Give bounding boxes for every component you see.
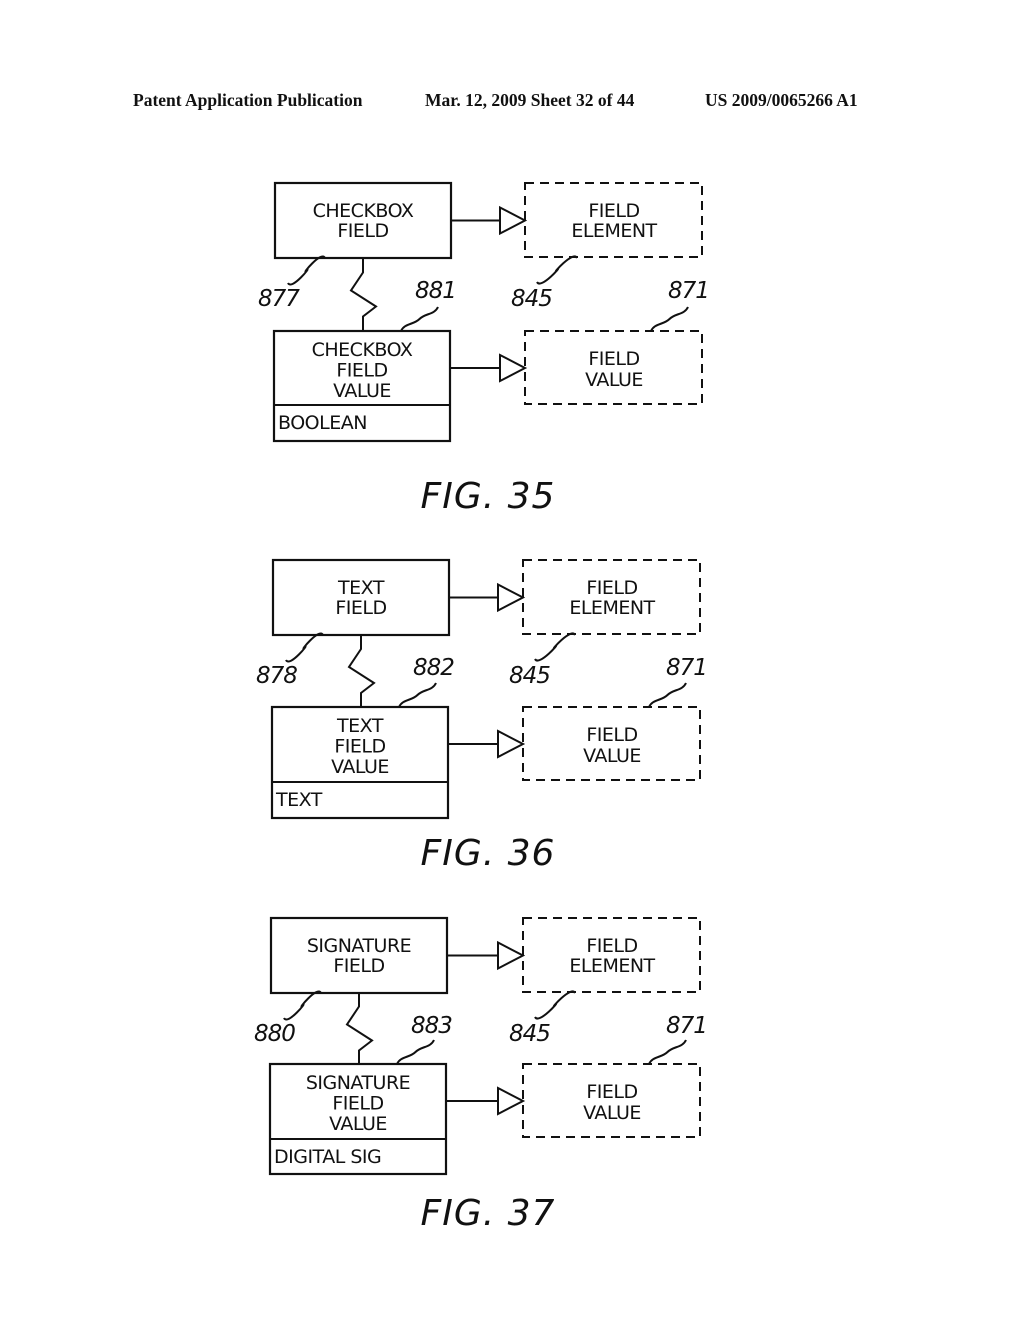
ref-numeral-value: 882	[413, 655, 454, 681]
ref-numeral-element: 845	[509, 1021, 550, 1047]
arrow-head-icon	[499, 353, 528, 383]
value-to-fieldvalue-arrow	[449, 729, 526, 759]
figure-caption: FIG. 35	[421, 476, 556, 517]
ref-numeral-field-value: 871	[666, 655, 707, 681]
ref-numeral-field-value: 871	[668, 278, 709, 304]
field-element-text-line: ELEMENT	[569, 955, 655, 977]
field-value-box: FIELDVALUE	[522, 706, 701, 781]
value-box: TEXTFIELDVALUETEXT	[270, 705, 450, 820]
value-to-fieldvalue-arrow	[451, 353, 528, 383]
ref-numeral-value: 883	[411, 1013, 452, 1039]
value-box-text-line: FIELD	[336, 360, 387, 382]
value-type-label: BOOLEAN	[278, 412, 367, 434]
value-box-text-line: SIGNATURE	[306, 1072, 410, 1094]
value-box-text-line: FIELD	[334, 736, 385, 758]
arrow-head-icon	[497, 582, 526, 613]
arrow-head-icon	[499, 205, 528, 236]
field-value-text-line: VALUE	[585, 369, 643, 391]
leader-line	[534, 632, 576, 662]
patent-diagram: CHECKBOXFIELDCHECKBOXFIELDVALUEBOOLEANFI…	[254, 181, 710, 1234]
value-type-label: DIGITAL SIG	[274, 1146, 381, 1168]
association-zigzag	[345, 993, 374, 1064]
value-box-text-line: TEXT	[336, 715, 384, 737]
ref-numeral-field-value: 871	[666, 1013, 707, 1039]
leader-line	[287, 255, 326, 286]
figure-fig-36: TEXTFIELDTEXTFIELDVALUETEXTFIELDELEMENTF…	[256, 558, 708, 874]
field-value-text-line: FIELD	[588, 348, 639, 370]
figure-fig-35: CHECKBOXFIELDCHECKBOXFIELDVALUEBOOLEANFI…	[258, 181, 710, 517]
ref-numeral-value: 881	[415, 278, 456, 304]
value-box-text-line: VALUE	[333, 380, 391, 402]
field-element-text-line: ELEMENT	[569, 597, 655, 619]
ref-numeral-field: 877	[258, 286, 300, 312]
figure-fig-37: SIGNATUREFIELDSIGNATUREFIELDVALUEDIGITAL…	[254, 916, 708, 1234]
figure-caption: FIG. 37	[421, 1193, 556, 1234]
field-box-text-line: CHECKBOX	[313, 200, 414, 222]
field-element-text-line: FIELD	[588, 200, 639, 222]
association-zigzag	[349, 258, 378, 331]
field-element-box: FIELDELEMENT	[522, 917, 701, 993]
ref-numeral-field: 878	[256, 663, 297, 689]
field-element-box: FIELDELEMENT	[524, 182, 703, 258]
field-box-text-line: FIELD	[333, 955, 384, 977]
field-value-box: FIELDVALUE	[522, 1063, 701, 1138]
field-box: CHECKBOXFIELD	[273, 181, 453, 260]
field-element-text-line: FIELD	[586, 577, 637, 599]
arrow-head-icon	[497, 729, 526, 759]
leader-line	[536, 255, 578, 285]
arrow-head-icon	[497, 1086, 526, 1116]
ref-numeral-field: 880	[254, 1021, 295, 1047]
leader-line	[400, 306, 439, 332]
leader-line	[283, 990, 322, 1021]
value-box-text-line: FIELD	[332, 1093, 383, 1115]
field-value-text-line: FIELD	[586, 724, 637, 746]
field-value-box: FIELDVALUE	[524, 330, 703, 405]
field-to-element-arrow	[447, 940, 526, 971]
field-box-text-line: TEXT	[337, 577, 385, 599]
ref-numeral-element: 845	[511, 286, 552, 312]
field-element-text-line: ELEMENT	[571, 220, 657, 242]
field-value-text-line: VALUE	[583, 745, 641, 767]
ref-numeral-element: 845	[509, 663, 550, 689]
leader-line	[285, 632, 324, 663]
leader-line	[648, 1039, 687, 1065]
field-to-element-arrow	[449, 582, 526, 613]
association-zigzag	[347, 635, 376, 707]
value-type-label: TEXT	[275, 789, 323, 811]
figure-caption: FIG. 36	[421, 833, 556, 874]
leader-line	[398, 682, 437, 708]
leader-line	[650, 306, 689, 332]
value-box: CHECKBOXFIELDVALUE BOOLEAN	[272, 329, 452, 443]
leader-line	[396, 1039, 435, 1065]
field-box: SIGNATUREFIELD	[269, 916, 449, 995]
field-box: TEXTFIELD	[271, 558, 451, 637]
field-value-text-line: VALUE	[583, 1102, 641, 1124]
leader-line	[648, 682, 687, 708]
value-box-text-line: VALUE	[329, 1113, 387, 1135]
field-value-text-line: FIELD	[586, 1081, 637, 1103]
leader-line	[534, 990, 576, 1020]
field-box-text-line: FIELD	[335, 597, 386, 619]
field-box-text-line: FIELD	[337, 220, 388, 242]
field-to-element-arrow	[451, 205, 528, 236]
value-box: SIGNATUREFIELDVALUE DIGITAL SIG	[268, 1062, 448, 1176]
field-element-text-line: FIELD	[586, 935, 637, 957]
value-box-text-line: VALUE	[331, 756, 389, 778]
field-box-text-line: SIGNATURE	[307, 935, 411, 957]
arrow-head-icon	[497, 940, 526, 971]
field-element-box: FIELDELEMENT	[522, 559, 701, 635]
value-box-text-line: CHECKBOX	[312, 339, 413, 361]
value-to-fieldvalue-arrow	[447, 1086, 526, 1116]
